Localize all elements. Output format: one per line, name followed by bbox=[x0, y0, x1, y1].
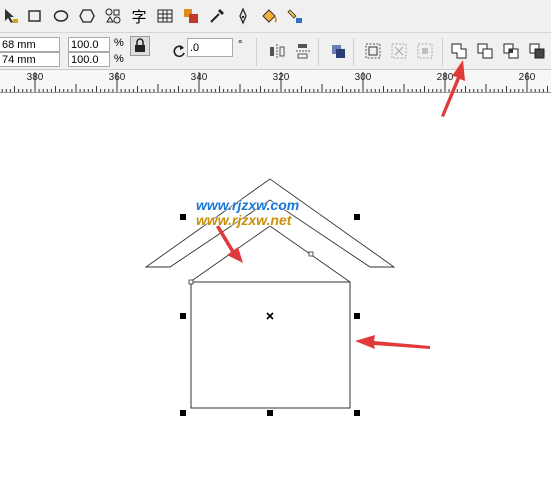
separator bbox=[256, 38, 257, 66]
fill-tool-icon[interactable] bbox=[258, 5, 280, 27]
ruler-label: 280 bbox=[436, 72, 454, 83]
node-marker[interactable] bbox=[308, 251, 314, 257]
interactive-fill-tool-icon[interactable] bbox=[284, 5, 306, 27]
ruler-label: 340 bbox=[190, 72, 208, 83]
selection-handle[interactable] bbox=[180, 214, 186, 220]
selection-handle[interactable] bbox=[354, 410, 360, 416]
selection-handle[interactable] bbox=[180, 313, 186, 319]
object-width-field[interactable]: 68 mm bbox=[0, 37, 60, 52]
property-bar: 68 mm 74 mm 100.0 100.0 % % .0 ° bbox=[0, 33, 551, 70]
ruler-label: 380 bbox=[26, 72, 44, 83]
outline-pen-tool-icon[interactable] bbox=[232, 5, 254, 27]
simplify-icon[interactable] bbox=[526, 40, 548, 62]
weld-icon[interactable] bbox=[448, 40, 470, 62]
selection-handle[interactable] bbox=[354, 313, 360, 319]
ungroup-all-icon[interactable] bbox=[414, 40, 436, 62]
separator bbox=[353, 38, 354, 66]
intersect-icon[interactable] bbox=[500, 40, 522, 62]
trim-icon[interactable] bbox=[474, 40, 496, 62]
selection-handle[interactable] bbox=[354, 214, 360, 220]
toolbox-toolbar: 字 bbox=[0, 0, 551, 33]
ungroup-icon[interactable] bbox=[388, 40, 410, 62]
selection-handle[interactable] bbox=[267, 410, 273, 416]
object-height-field[interactable]: 74 mm bbox=[0, 52, 60, 67]
text-tool-glyph: 字 bbox=[131, 7, 147, 26]
rotation-angle-field[interactable]: .0 bbox=[187, 38, 233, 57]
roof-inner-shape[interactable] bbox=[189, 225, 351, 283]
red-arrow-roof-icon bbox=[216, 225, 243, 263]
selection-handle[interactable] bbox=[180, 410, 186, 416]
arrange-order-icon[interactable] bbox=[327, 40, 349, 62]
lock-ratio-icon[interactable] bbox=[130, 36, 150, 56]
table-tool-icon[interactable] bbox=[154, 5, 176, 27]
horizontal-ruler[interactable]: 380 360 340 320 300 280 260 bbox=[0, 70, 551, 93]
scale-y-field[interactable]: 100.0 bbox=[68, 52, 110, 67]
center-marker-icon[interactable] bbox=[266, 312, 274, 320]
pick-tool-icon[interactable] bbox=[0, 5, 22, 27]
polygon-tool-icon[interactable] bbox=[76, 5, 98, 27]
separator bbox=[442, 38, 443, 66]
scale-y-percent: % bbox=[114, 53, 124, 65]
red-arrow-body-icon bbox=[355, 335, 430, 349]
ruler-label: 260 bbox=[518, 72, 536, 83]
mirror-vertical-icon[interactable] bbox=[292, 40, 314, 62]
rectangle-tool-icon[interactable] bbox=[24, 5, 46, 27]
ruler-label: 360 bbox=[108, 72, 126, 83]
text-tool-icon[interactable]: 字 bbox=[128, 5, 150, 27]
watermark-line-2: www.rjzxw.net bbox=[196, 212, 292, 228]
group-icon[interactable] bbox=[362, 40, 384, 62]
mirror-horizontal-icon[interactable] bbox=[266, 40, 288, 62]
ruler-label: 300 bbox=[354, 72, 372, 83]
scale-x-field[interactable]: 100.0 bbox=[68, 37, 110, 52]
eyedropper-tool-icon[interactable] bbox=[206, 5, 228, 27]
node-marker[interactable] bbox=[188, 279, 194, 285]
scale-x-percent: % bbox=[114, 37, 124, 49]
separator bbox=[318, 38, 319, 66]
watermark: www.rjzxw.com www.rjzxw.net bbox=[196, 198, 299, 228]
house-body-rectangle[interactable] bbox=[190, 281, 351, 409]
degree-symbol: ° bbox=[238, 39, 243, 51]
watermark-line-1: www.rjzxw.com bbox=[196, 197, 300, 213]
ellipse-tool-icon[interactable] bbox=[50, 5, 72, 27]
ruler-label: 320 bbox=[272, 72, 290, 83]
transform-tool-icon[interactable] bbox=[180, 5, 202, 27]
shapes-tool-icon[interactable] bbox=[102, 5, 124, 27]
